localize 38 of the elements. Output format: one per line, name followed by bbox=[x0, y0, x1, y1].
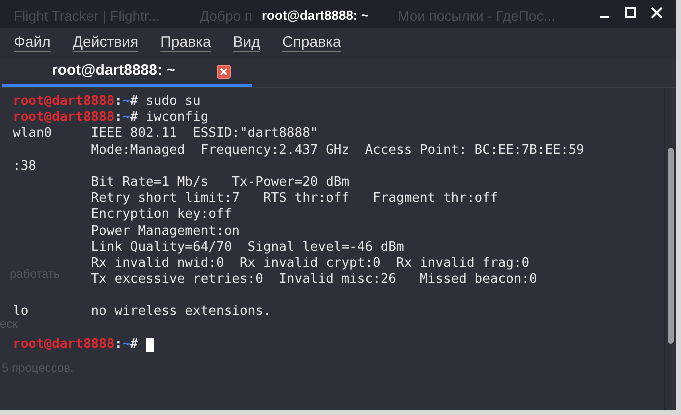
prompt-user: root@dart8888 bbox=[13, 94, 115, 110]
tab-close-icon[interactable] bbox=[217, 64, 232, 78]
prompt-symbol: # bbox=[130, 336, 138, 354]
device-name: wlan0 bbox=[13, 126, 52, 142]
output-text: IEEE 802.11 ESSID:"dart8888" bbox=[91, 126, 318, 143]
menu-item[interactable]: Правка bbox=[160, 32, 212, 54]
device-name: lo bbox=[13, 304, 29, 320]
prompt-colon: : bbox=[114, 110, 123, 126]
window-title: root@dart8888: ~ bbox=[262, 7, 369, 25]
prompt-symbol: # bbox=[130, 94, 138, 110]
prompt-user: root@dart8888 bbox=[13, 336, 115, 354]
terminal-tab[interactable]: root@dart8888: ~ bbox=[2, 59, 252, 87]
prompt-symbol: # bbox=[130, 110, 138, 126]
output-text: :38 bbox=[13, 158, 36, 175]
command-text: sudo su bbox=[146, 94, 201, 110]
menu-item[interactable]: Вид bbox=[233, 32, 260, 54]
output-text: Encryption key:off bbox=[91, 207, 232, 224]
prompt-user: root@dart8888 bbox=[13, 110, 115, 126]
output-text: Power Management:on bbox=[91, 224, 240, 240]
prompt-path: ~ bbox=[122, 336, 130, 354]
prompt-path: ~ bbox=[122, 94, 130, 110]
output-text: Tx excessive retries:0 Invalid misc:26 Missed beacon:0 bbox=[91, 272, 538, 288]
output-text: no wireless extensions. bbox=[91, 304, 272, 321]
menu-item[interactable]: Действия bbox=[72, 32, 139, 54]
command-text: iwconfig bbox=[146, 110, 209, 126]
prompt-colon: : bbox=[114, 94, 123, 110]
output-text: Mode:Managed Frequency:2.437 GHz Access Point: BC:EE:7B:EE:59 bbox=[91, 142, 584, 159]
scrollbar-thumb[interactable] bbox=[668, 148, 674, 344]
output-text: Link Quality=64/70 Signal level=-46 dBm bbox=[91, 240, 404, 256]
output-text: Retry short limit:7 RTS thr:off Fragment thr:off bbox=[91, 191, 498, 208]
close-icon[interactable] bbox=[650, 6, 664, 20]
output-text: Bit Rate=1 Mb/s Tx-Power=20 dBm bbox=[91, 174, 350, 192]
menu-item[interactable]: Файл bbox=[14, 32, 51, 54]
prompt-path: ~ bbox=[122, 110, 130, 126]
menu-item[interactable]: Справка bbox=[282, 32, 342, 54]
maximize-icon[interactable] bbox=[624, 6, 638, 20]
prompt-colon: : bbox=[114, 336, 123, 354]
output-text: Rx invalid nwid:0 Rx invalid crypt:0 Rx invalid frag:0 bbox=[91, 256, 530, 272]
